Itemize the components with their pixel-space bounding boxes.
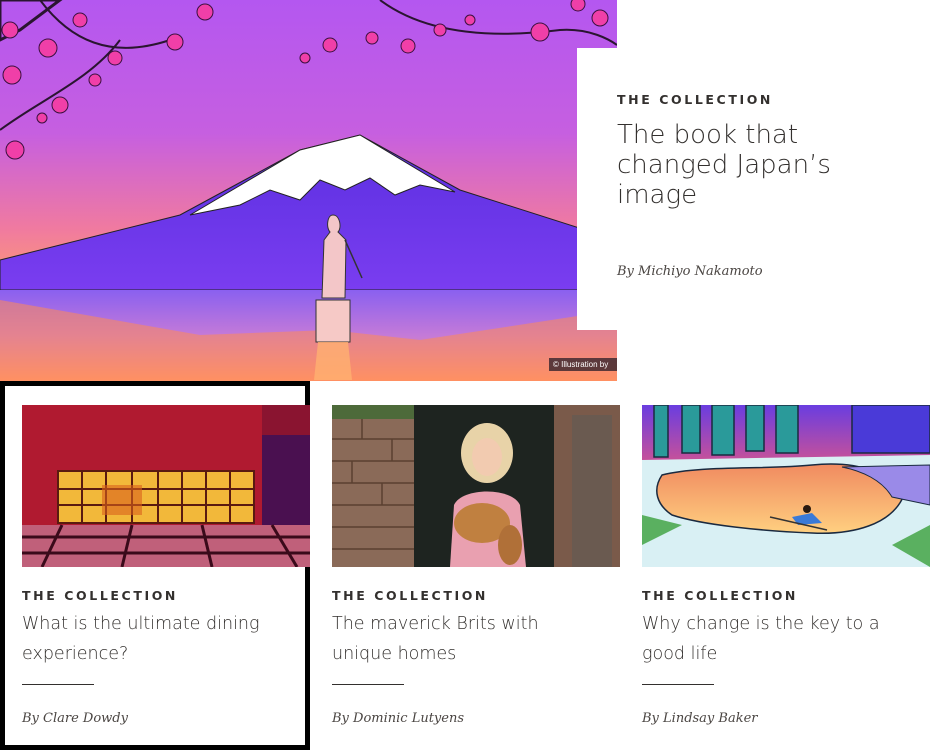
divider [642,684,714,685]
divider [22,684,94,685]
image-credit: © Illustration by [549,358,617,371]
hero-kicker[interactable]: THE COLLECTION [617,92,773,107]
skier-landscape-illustration[interactable] [642,405,930,567]
card-kicker[interactable]: THE COLLECTION [642,588,798,603]
card-title-link[interactable]: The maverick Brits with unique homes [332,609,602,669]
article-card-dining[interactable]: THE COLLECTION What is the ultimate dini… [0,381,310,750]
article-card-change[interactable]: THE COLLECTION Why change is the key to … [642,381,932,750]
card-byline: By Clare Dowdy [22,711,128,726]
hero-title-link[interactable]: The book that changed Japan’s image [617,120,857,210]
dining-room-image[interactable] [22,405,310,567]
card-byline: By Lindsay Baker [642,711,758,726]
card-title-link[interactable]: What is the ultimate dining experience? [22,609,292,669]
hero-byline: By Michiyo Nakamoto [617,264,763,279]
hero-card: THE COLLECTION The book that changed Jap… [577,48,932,330]
article-card-maverick-brits[interactable]: THE COLLECTION The maverick Brits with u… [332,381,642,750]
hero-image[interactable]: © Illustration by [0,0,617,381]
card-kicker[interactable]: THE COLLECTION [332,588,488,603]
card-title-link[interactable]: Why change is the key to a good life [642,609,912,669]
mount-fuji-illustration [0,0,617,381]
card-kicker[interactable]: THE COLLECTION [22,588,178,603]
divider [332,684,404,685]
woman-with-dog-image[interactable] [332,405,620,567]
card-byline: By Dominic Lutyens [332,711,465,726]
